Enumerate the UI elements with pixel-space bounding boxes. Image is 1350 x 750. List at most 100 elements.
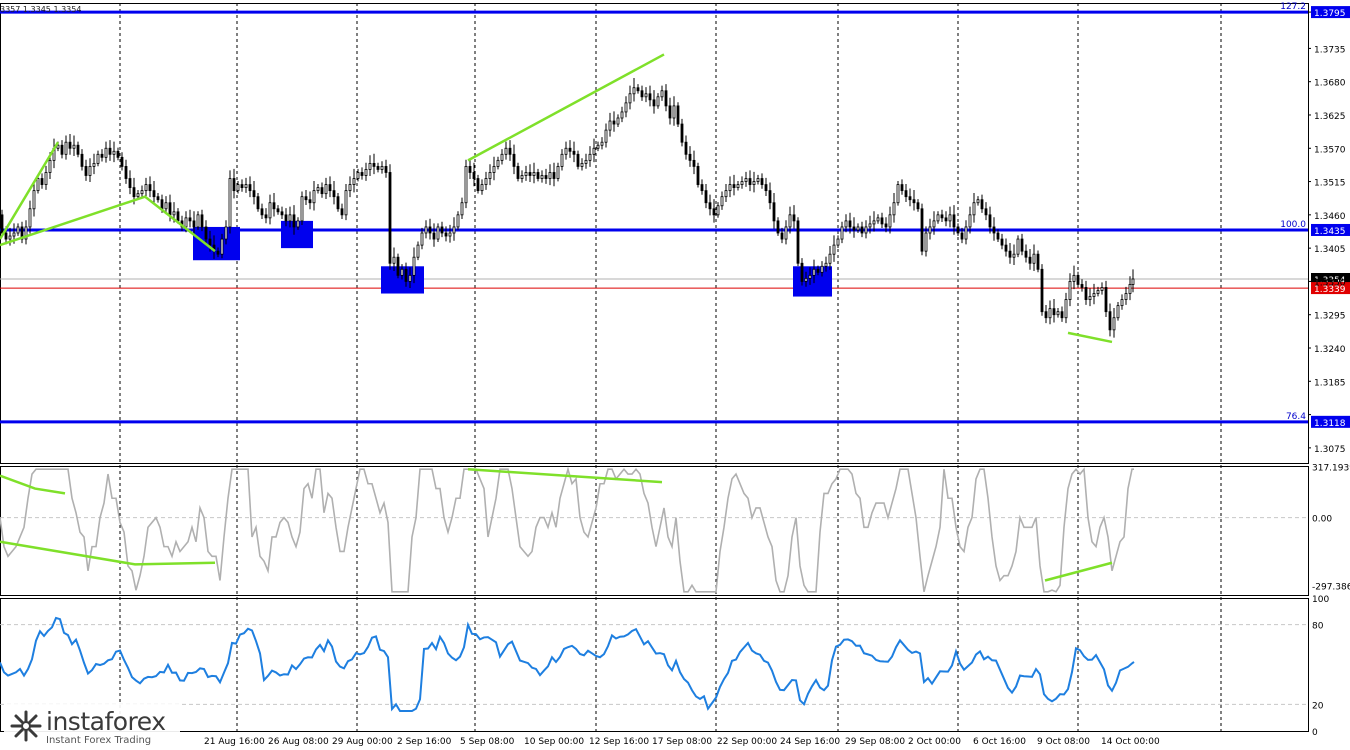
candle-body: [76, 144, 80, 155]
candle-body: [916, 202, 920, 210]
candle-body: [136, 193, 140, 198]
candle-body: [988, 214, 992, 228]
candle-body: [272, 202, 276, 210]
candle-body: [716, 205, 720, 216]
rsi-tick-label: 80: [1312, 622, 1324, 632]
candle-body: [496, 159, 500, 167]
candle-body: [1008, 250, 1012, 258]
candle-body: [224, 226, 228, 240]
candle-body: [168, 202, 172, 216]
candle-body: [804, 277, 808, 282]
candle-body: [416, 244, 420, 258]
price-tick-label: 1.3625: [1314, 112, 1346, 122]
candle-body: [532, 172, 536, 176]
candle-body: [568, 147, 572, 152]
candle-body: [196, 214, 200, 228]
candle-body: [624, 102, 628, 113]
candle-body: [112, 150, 116, 155]
candle-body: [712, 208, 716, 216]
candle-body: [660, 90, 664, 98]
candle-body: [1112, 317, 1116, 331]
candle-body: [160, 199, 164, 210]
candle-body: [676, 105, 680, 125]
candle-body: [1040, 268, 1044, 313]
candle-body: [572, 150, 576, 155]
candle-body: [368, 162, 372, 170]
candle-body: [740, 181, 744, 185]
candle-body: [460, 202, 464, 216]
fib-price-tag-label: 1.3795: [1314, 9, 1346, 19]
candle-body: [156, 196, 160, 201]
candle-body: [732, 184, 736, 189]
price-tick-label: 1.3405: [1314, 245, 1346, 255]
candle-body: [236, 184, 240, 192]
candle-body: [244, 184, 248, 189]
candle-body: [1072, 274, 1076, 282]
candle-body: [736, 184, 740, 189]
candle-body: [252, 190, 256, 198]
candle-body: [268, 202, 272, 219]
candle-body: [1092, 293, 1096, 297]
candle-body: [96, 153, 100, 164]
fib-level-label: 127.2: [1280, 2, 1306, 12]
candle-body: [376, 166, 380, 170]
candle-body: [120, 156, 124, 167]
candle-body: [512, 153, 516, 167]
candle-body: [584, 159, 588, 164]
candle-body: [92, 162, 96, 167]
candle-body: [400, 268, 404, 276]
candle-body: [472, 172, 476, 179]
price-tick-label: 1.3735: [1314, 45, 1346, 55]
candle-body: [204, 226, 208, 240]
candle-body: [556, 166, 560, 179]
candle-body: [768, 190, 772, 204]
price-tick-label: 1.3680: [1314, 79, 1346, 89]
candle-body: [696, 166, 700, 185]
candle-body: [300, 196, 304, 222]
candle-body: [788, 214, 792, 228]
rsi-tick-label: 0: [1312, 728, 1318, 738]
candle-body: [48, 159, 52, 173]
time-tick-label: 9 Oct 08:00: [1037, 737, 1090, 747]
candle-body: [40, 178, 44, 185]
candle-body: [192, 220, 196, 228]
candle-body: [476, 178, 480, 192]
candle-body: [952, 214, 956, 228]
candle-body: [628, 93, 632, 104]
candle-body: [612, 120, 616, 125]
candle-body: [844, 220, 848, 228]
candle-body: [1032, 253, 1036, 264]
candle-body: [840, 226, 844, 240]
time-tick-label: 6 Oct 16:00: [973, 737, 1026, 747]
candle-body: [1131, 278, 1135, 285]
price-tick-label: 1.3240: [1314, 345, 1346, 355]
candle-body: [188, 217, 192, 222]
candle-body: [128, 178, 132, 189]
candle-body: [276, 208, 280, 213]
candle-body: [264, 214, 268, 219]
candle-body: [860, 226, 864, 234]
candle-body: [880, 217, 884, 225]
candle-body: [996, 232, 1000, 240]
candle-body: [640, 90, 644, 98]
candle-body: [144, 184, 148, 192]
time-tick-label: 12 Sep 16:00: [589, 737, 649, 747]
time-tick-label: 5 Sep 08:00: [460, 737, 515, 747]
candle-body: [8, 235, 12, 240]
cci-tick-label: -297.386: [1312, 582, 1350, 592]
candle-body: [560, 153, 564, 167]
candle-body: [956, 226, 960, 234]
candle-body: [280, 211, 284, 216]
candle-body: [620, 111, 624, 119]
candle-body: [468, 166, 472, 173]
price-tick-label: 1.3570: [1314, 145, 1346, 155]
candle-body: [692, 159, 696, 167]
candle-body: [932, 220, 936, 228]
candle-body: [364, 169, 368, 176]
candle-body: [380, 166, 384, 170]
candle-body: [320, 187, 324, 195]
candle-body: [856, 226, 860, 231]
candle-body: [132, 187, 136, 198]
candle-body: [44, 172, 48, 185]
candle-body: [728, 184, 732, 192]
